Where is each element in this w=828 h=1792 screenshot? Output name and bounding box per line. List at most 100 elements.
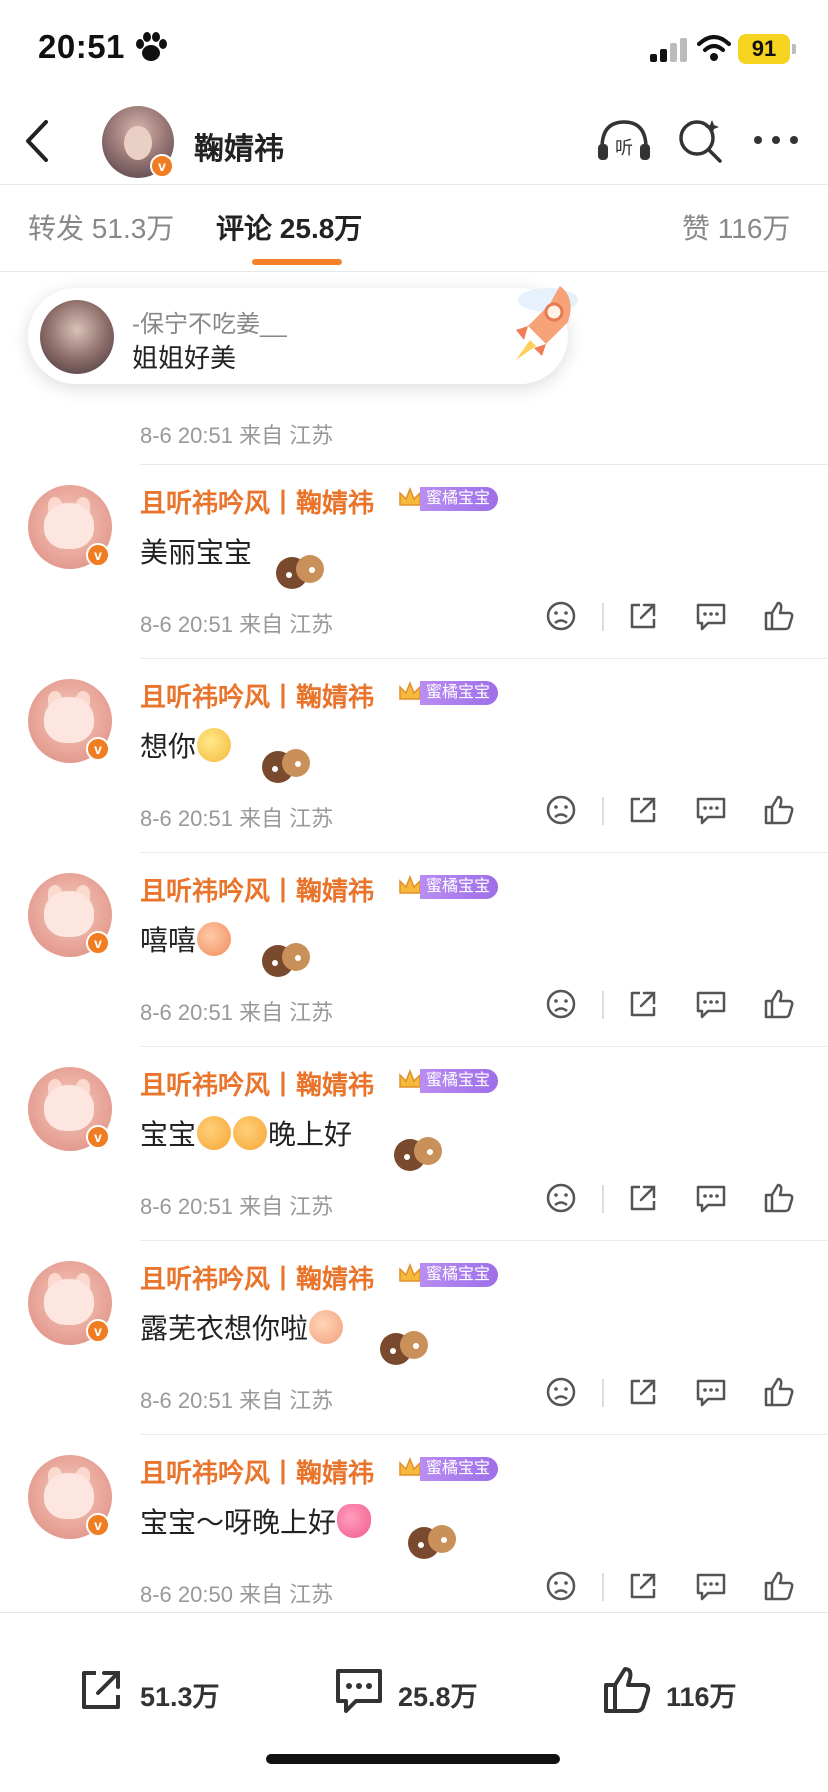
page-title[interactable]: 鞠婧祎 (194, 124, 284, 168)
fan-badge: 蜜橘宝宝 (420, 487, 499, 511)
share-icon[interactable] (626, 1569, 660, 1603)
list-item: v 且听祎吟风丨鞠婧祎 蜜橘宝宝 嘻嘻 8-6 20:51 来自 江苏 (0, 853, 828, 1047)
rocket-icon (516, 286, 578, 360)
emoji-icon (197, 922, 232, 956)
comment-meta: 8-6 20:51 来自 江苏 (140, 1388, 334, 1413)
action-separator (602, 1185, 604, 1213)
avatar[interactable]: v (28, 1455, 112, 1539)
avatar[interactable]: v (28, 485, 112, 569)
like-icon[interactable] (762, 1181, 796, 1215)
action-separator (602, 1379, 604, 1407)
heart-emoji-icon (337, 1504, 372, 1538)
action-separator (602, 991, 604, 1019)
share-icon[interactable] (626, 599, 660, 633)
comment-username[interactable]: 且听祎吟风丨鞠婧祎 (140, 1453, 374, 1490)
comment-icon[interactable] (694, 599, 728, 633)
comment-username[interactable]: 且听祎吟风丨鞠婧祎 (140, 1259, 374, 1296)
tabs-divider (0, 271, 828, 272)
avatar[interactable]: v (28, 679, 112, 763)
comment-text-part: 嘻嘻 (140, 925, 197, 956)
comment-icon[interactable] (694, 987, 728, 1021)
emoji-icon (197, 728, 232, 762)
list-item: v 且听祎吟风丨鞠婧祎 蜜橘宝宝 宝宝～呀晚上好 8-6 20:50 来自 江苏 (0, 1435, 828, 1629)
like-icon[interactable] (762, 599, 796, 633)
bear-sticker-icon (262, 749, 310, 783)
dislike-icon[interactable] (544, 987, 578, 1021)
dislike-icon[interactable] (544, 1375, 578, 1409)
emoji-icon (233, 1116, 268, 1150)
list-item: v 且听祎吟风丨鞠婧祎 蜜橘宝宝 想你 8-6 20:51 来自 江苏 (0, 659, 828, 853)
fan-badge: 蜜橘宝宝 (420, 1069, 499, 1093)
dislike-icon[interactable] (544, 599, 578, 633)
comment-meta: 8-6 20:50 来自 江苏 (140, 1582, 334, 1607)
comment-icon[interactable] (694, 1375, 728, 1409)
like-icon[interactable] (762, 793, 796, 827)
toast-avatar (40, 300, 114, 374)
list-item: v 且听祎吟风丨鞠婧祎 蜜橘宝宝 露芜衣想你啦 8-6 20:51 来自 江苏 (0, 1241, 828, 1435)
comment-username[interactable]: 且听祎吟风丨鞠婧祎 (140, 1065, 374, 1102)
like-button[interactable]: 116万 (602, 1665, 782, 1721)
avatar[interactable]: v (28, 1261, 112, 1345)
back-icon[interactable] (20, 116, 56, 166)
dislike-icon[interactable] (544, 793, 578, 827)
comment-username[interactable]: 且听祎吟风丨鞠婧祎 (140, 677, 374, 714)
share-icon[interactable] (626, 1375, 660, 1409)
action-separator (602, 1573, 604, 1601)
verified-icon: v (86, 737, 110, 761)
tab-comment-count: 25.8万 (279, 213, 363, 244)
more-icon[interactable] (752, 130, 800, 150)
comment-username[interactable]: 且听祎吟风丨鞠婧祎 (140, 483, 374, 520)
comment-meta: 8-6 20:51 来自 江苏 (140, 806, 334, 831)
dislike-icon[interactable] (544, 1569, 578, 1603)
comment-icon[interactable] (694, 1181, 728, 1215)
status-time: 20:51 (38, 28, 125, 65)
share-icon[interactable] (626, 1181, 660, 1215)
tab-like[interactable]: 赞 116万 (682, 207, 790, 247)
avatar-pig (44, 1085, 94, 1131)
like-icon[interactable] (762, 987, 796, 1021)
like-icon[interactable] (762, 1569, 796, 1603)
bottom-action-bar: 51.3万 25.8万 116万 (0, 1612, 828, 1792)
comment-icon[interactable] (694, 1569, 728, 1603)
comment-text: 宝宝 晚上好 (140, 1113, 352, 1153)
avatar[interactable]: v (28, 1067, 112, 1151)
comment-button[interactable]: 25.8万 (334, 1665, 514, 1721)
comment-text: 露芜衣想你啦 (140, 1307, 344, 1347)
tab-comment-label: 评论 (216, 213, 273, 244)
share-icon[interactable] (626, 793, 660, 827)
comment-username[interactable]: 且听祎吟风丨鞠婧祎 (140, 871, 374, 908)
listen-icon[interactable]: 听 (596, 118, 652, 164)
avatar-pig (44, 503, 94, 549)
comment-text-part: 宝宝 (140, 1119, 197, 1150)
toast-username: -保宁不吃姜__ (132, 311, 287, 338)
paw-icon (136, 32, 167, 61)
bear-sticker-icon (408, 1525, 456, 1559)
comment-text: 想你 (140, 725, 232, 765)
signal-icon (650, 38, 687, 62)
nav-header: v 鞠婧祎 听 (0, 100, 828, 184)
avatar-pig (44, 1473, 94, 1519)
repost-count: 51.3万 (140, 1682, 220, 1712)
search-sparkle-icon[interactable] (676, 116, 724, 164)
comment-count: 25.8万 (398, 1682, 478, 1712)
tab-repost-count: 51.3万 (91, 213, 175, 244)
avatar[interactable]: v (28, 873, 112, 957)
comment-text-part: 露芜衣想你啦 (140, 1313, 309, 1344)
floating-comment-toast[interactable]: -保宁不吃姜__ 姐姐好美 (28, 286, 578, 384)
comment-icon[interactable] (694, 793, 728, 827)
comment-text-part: 宝宝～呀晚上好 (140, 1507, 337, 1538)
dislike-icon[interactable] (544, 1181, 578, 1215)
like-icon[interactable] (762, 1375, 796, 1409)
bear-sticker-icon (394, 1137, 442, 1171)
comment-text: 美丽宝宝 (140, 537, 253, 568)
repost-button[interactable]: 51.3万 (76, 1665, 256, 1721)
avatar-pig (44, 891, 94, 937)
tab-comment[interactable]: 评论 25.8万 (216, 207, 362, 247)
comment-icon (336, 1669, 382, 1713)
emoji-icon (197, 1116, 232, 1150)
svg-text:听: 听 (615, 138, 633, 159)
like-icon (604, 1667, 651, 1713)
tab-repost[interactable]: 转发 51.3万 (28, 207, 174, 247)
bear-sticker-icon (276, 555, 324, 589)
share-icon[interactable] (626, 987, 660, 1021)
